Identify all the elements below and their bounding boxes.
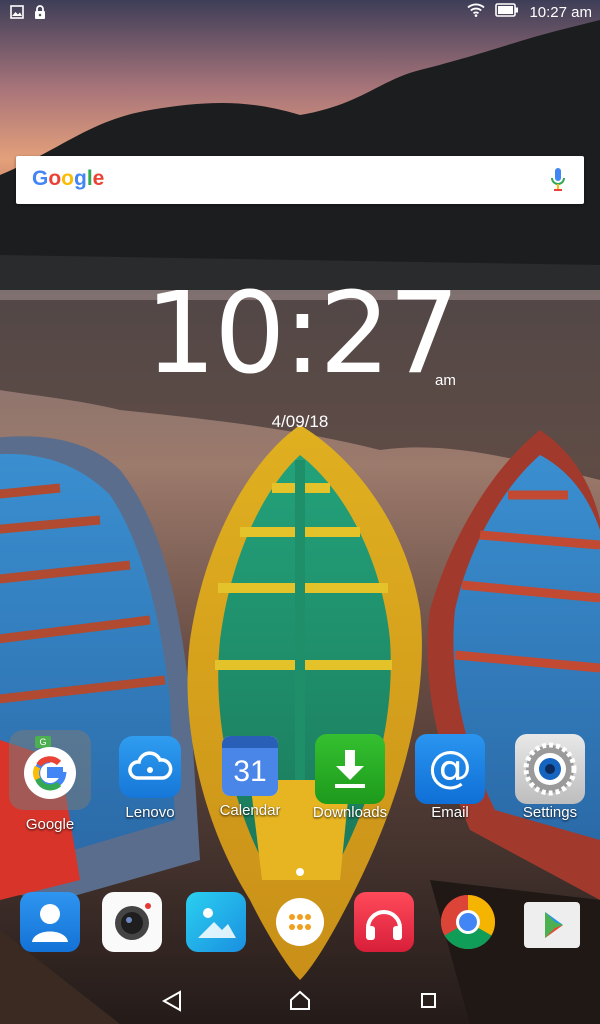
contacts-icon [20, 892, 80, 952]
app-drawer-icon [276, 898, 324, 946]
music-icon [354, 892, 414, 952]
status-bar: 10:27 am [0, 0, 600, 26]
clock-date: 4/09/18 [271, 412, 329, 431]
dock-play-store[interactable] [502, 888, 600, 948]
lock-icon [34, 5, 46, 25]
downloads-icon [315, 734, 385, 804]
app-calendar[interactable]: 31 Calendar [200, 736, 300, 819]
google-folder-icon: G [9, 730, 91, 810]
app-label: Google [25, 816, 75, 833]
image-notification-icon [10, 5, 24, 25]
settings-icon [515, 734, 585, 804]
status-time: 10:27 am [529, 4, 592, 21]
chrome-icon [440, 894, 496, 950]
email-icon: @ [415, 734, 485, 804]
home-icon[interactable] [282, 988, 318, 1014]
app-label: Email [431, 804, 469, 821]
google-search-bar[interactable]: Google [16, 156, 584, 204]
app-google-folder[interactable]: G Google [0, 730, 100, 833]
recents-icon[interactable] [410, 988, 446, 1014]
app-label: Downloads [312, 804, 388, 821]
mic-icon[interactable] [550, 167, 566, 198]
google-logo: Google [32, 167, 105, 190]
clock-time[interactable]: 10:27 [145, 278, 460, 390]
clock-ampm: am [435, 372, 456, 389]
app-label: Lenovo [125, 804, 175, 821]
navigation-bar [0, 976, 600, 1024]
wifi-icon [467, 3, 486, 22]
app-email[interactable]: @ Email [400, 734, 500, 821]
back-icon[interactable] [154, 988, 190, 1014]
lenovo-cloud-icon [119, 736, 181, 798]
app-label: Calendar [219, 802, 281, 819]
play-store-icon [524, 888, 580, 948]
page-indicator [296, 868, 304, 876]
battery-icon [495, 3, 519, 22]
app-lenovo[interactable]: Lenovo [100, 736, 200, 821]
calendar-day: 31 [222, 748, 278, 796]
app-label: Settings [522, 804, 578, 821]
app-settings[interactable]: Settings [500, 734, 600, 821]
camera-icon [102, 892, 162, 952]
app-downloads[interactable]: Downloads [300, 734, 400, 821]
gallery-icon [186, 892, 246, 952]
email-glyph: @ [428, 742, 472, 793]
calendar-icon: 31 [222, 736, 278, 796]
